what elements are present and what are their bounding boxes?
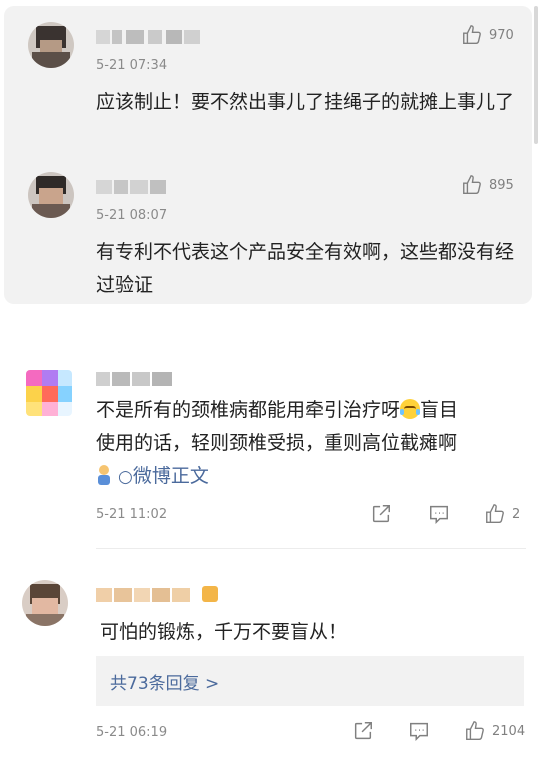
comment-time: 5-21 06:19 (96, 725, 168, 740)
comment-text: 应该制止！要不然出事儿了挂绳子的就摊上事儿了 (96, 91, 515, 113)
like-button[interactable]: 970 (461, 24, 514, 46)
comment-time: 5-21 11:02 (96, 507, 168, 522)
like-count: 2 (512, 506, 521, 522)
like-button[interactable]: 895 (461, 174, 514, 196)
comment-icon[interactable] (428, 503, 450, 525)
weibo-link-label: 微博正文 (132, 465, 209, 487)
username[interactable] (96, 588, 192, 602)
figure-emoji (96, 465, 112, 485)
username[interactable] (96, 372, 172, 386)
thumbs-up-icon (463, 175, 481, 194)
comment-time: 5-21 08:07 (96, 208, 168, 223)
comment-text: 有专利不代表这个产品安全有效啊，这些都没有经过验证 (96, 241, 515, 296)
comment-icon[interactable] (408, 720, 430, 742)
comment-text-line2: 使用的话，轻则颈椎受损，重则高位截瘫啊 (96, 432, 458, 454)
scrollbar[interactable] (534, 6, 538, 144)
weibo-link-icon: ○ (118, 467, 133, 487)
comment-text: 不是所有的颈椎病都能用牵引治疗呀 盲目 使用的话，轻则颈椎受损，重则高位截瘫啊 ○… (96, 394, 536, 494)
avatar[interactable] (28, 172, 74, 218)
comment-time: 5-21 07:34 (96, 58, 168, 73)
vip-badge-icon (202, 586, 218, 602)
share-icon[interactable] (352, 720, 374, 742)
avatar[interactable] (26, 370, 72, 416)
like-count: 970 (489, 27, 514, 43)
like-button[interactable]: 2 (484, 503, 520, 525)
like-count: 2104 (492, 723, 526, 739)
comment-text-line1: 不是所有的颈椎病都能用牵引治疗呀 (96, 399, 401, 421)
username[interactable] (96, 30, 200, 44)
laughing-tears-emoji (400, 399, 421, 419)
thumbs-up-icon (486, 504, 504, 523)
avatar[interactable] (28, 22, 74, 68)
avatar[interactable] (22, 580, 68, 626)
like-button[interactable]: 2104 (464, 720, 525, 742)
thumbs-up-icon (466, 721, 484, 740)
like-count: 895 (489, 177, 514, 193)
share-icon[interactable] (370, 503, 392, 525)
comment-text: 可怕的锻炼，千万不要盲从！ (100, 621, 348, 643)
comment-divider (96, 548, 526, 549)
username[interactable] (96, 180, 166, 194)
view-replies-link[interactable]: 共73条回复 > (110, 669, 219, 694)
comment-text-line1-cont: 盲目 (420, 399, 459, 421)
thumbs-up-icon (463, 25, 481, 44)
weibo-link[interactable]: ○微博正文 (118, 465, 209, 487)
replies-box[interactable]: 共73条回复 > (96, 656, 524, 706)
